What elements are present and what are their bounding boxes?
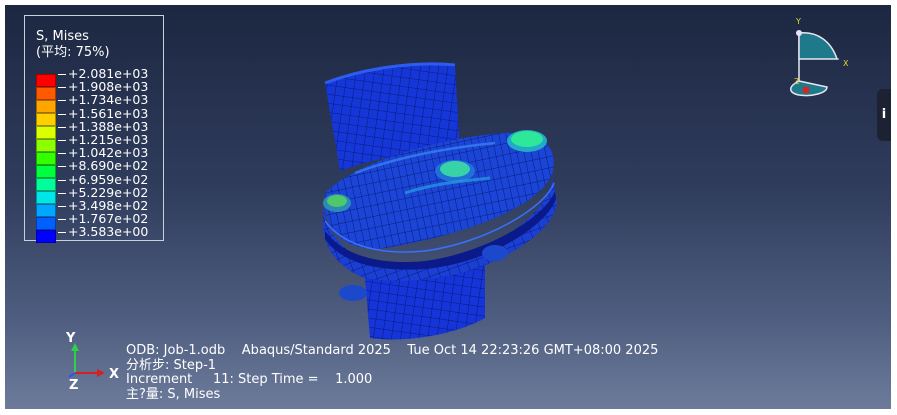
axis-x-label: X [109, 367, 119, 382]
step-line: 分析步: Step-1 [126, 357, 217, 373]
triad-z-label: Z [794, 77, 800, 86]
model-flange-mesh[interactable] [295, 53, 575, 348]
global-axis-triad: Y X Z [65, 331, 119, 389]
orientation-triad[interactable]: Y X Z [777, 11, 857, 101]
legend-swatch [36, 230, 56, 243]
legend-swatch [36, 165, 56, 178]
legend-swatch [36, 126, 56, 139]
legend-swatch [36, 217, 56, 230]
legend-swatch [36, 178, 56, 191]
triad-y-label: Y [795, 17, 801, 26]
legend-swatch [36, 139, 56, 152]
viewport-canvas[interactable]: S, Mises (平均: 75%) +2.081e+03 +1.908e+03 +… [5, 5, 891, 409]
legend-swatch [36, 74, 56, 87]
legend-swatch [36, 100, 56, 113]
legend-swatch [36, 204, 56, 217]
triad-x-label: X [843, 59, 849, 68]
odb-info-line: ODB: Job-1.odb Abaqus/Standard 2025 Tue … [126, 343, 659, 358]
legend-subtitle: (平均: 75%) [36, 45, 110, 60]
axis-y-label: Y [65, 331, 76, 346]
increment-line: Increment 11: Step Time = 1.000 [126, 372, 373, 388]
legend-swatch [36, 191, 56, 204]
legend-color-bar [36, 74, 56, 243]
primary-variable-line: 主?量: S, Mises [126, 386, 221, 402]
legend-value: +3.583e+00 [58, 225, 148, 238]
legend-title: S, Mises [36, 29, 89, 44]
axis-z-label: Z [69, 378, 78, 389]
legend-swatch [36, 87, 56, 100]
info-side-tab[interactable]: i [877, 89, 891, 141]
legend-values: +2.081e+03 +1.908e+03 +1.734e+03 +1.561e+03… [58, 67, 148, 238]
legend-swatch [36, 152, 56, 165]
viewport-info-block: ODB: Job-1.odb Abaqus/Standard 2025 Tue … [126, 343, 659, 402]
legend-swatch [36, 113, 56, 126]
contour-legend: S, Mises (平均: 75%) +2.081e+03 +1.908e+03 +… [24, 15, 164, 243]
